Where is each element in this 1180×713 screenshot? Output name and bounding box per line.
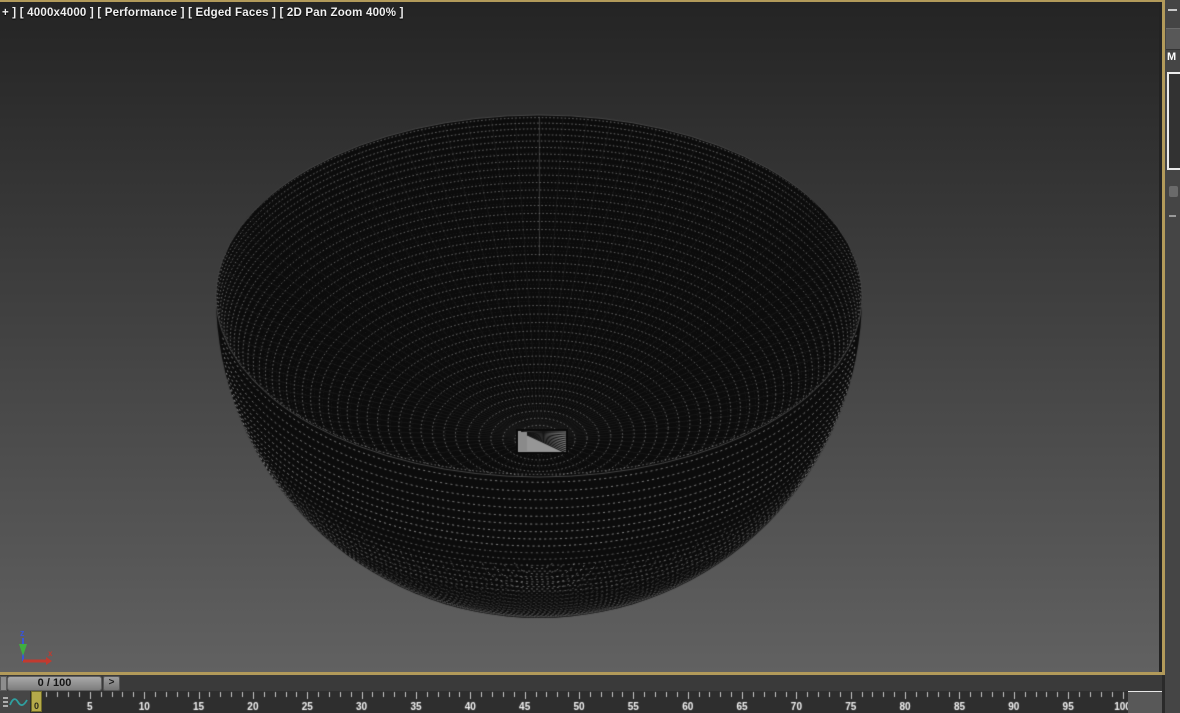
z-axis-label: z [20, 628, 25, 638]
viewport-border-top [0, 0, 1165, 2]
mini-curve-editor-button[interactable] [0, 691, 30, 713]
x-axis-label: x [48, 649, 53, 658]
y-axis-arrow [19, 644, 27, 656]
command-panel-sliver: M [1165, 0, 1180, 713]
panel-divider-dash [1169, 215, 1176, 217]
modifier-stack-listbox[interactable] [1167, 72, 1180, 170]
frame-ruler[interactable] [30, 691, 1128, 713]
time-slider-handle[interactable]: 0 / 100 [7, 676, 102, 691]
time-slider-track[interactable]: 0 / 100 > [0, 675, 1162, 691]
ruler-end-region [1128, 691, 1162, 713]
viewport-label-menu[interactable]: + ] [ 4000x4000 ] [ Performance ] [ Edge… [2, 7, 404, 19]
world-axis-gizmo: z x [19, 628, 53, 665]
bowl-wireframe-object[interactable] [0, 2, 1160, 672]
application-window: + ] [ 4000x4000 ] [ Performance ] [ Edge… [0, 0, 1180, 713]
panel-button-sliver[interactable] [1166, 28, 1180, 50]
x-axis-arrowhead [46, 657, 52, 665]
viewport-border-bottom [0, 672, 1165, 675]
track-bar: 0 [0, 691, 1162, 713]
rollout-collapse-dash [1168, 9, 1177, 11]
viewport-border-right [1162, 0, 1165, 675]
perspective-viewport[interactable]: + ] [ 4000x4000 ] [ Performance ] [ Edge… [0, 2, 1160, 672]
current-frame-marker[interactable]: 0 [31, 691, 42, 712]
panel-icon-sliver[interactable] [1169, 186, 1178, 197]
modifier-list-label: M [1167, 51, 1177, 63]
curve-editor-icon [3, 697, 28, 707]
time-slider-endcap [0, 676, 7, 691]
next-frame-button[interactable]: > [103, 676, 120, 691]
